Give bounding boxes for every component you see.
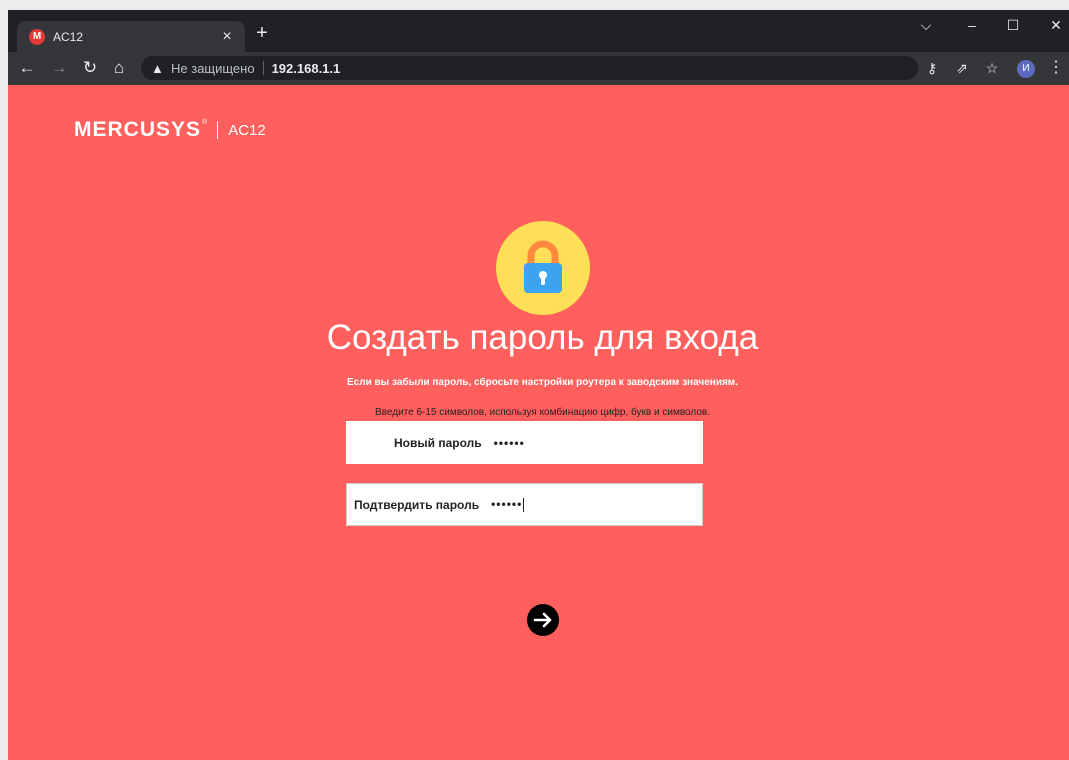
share-icon[interactable]: ⇗	[951, 57, 973, 79]
security-label[interactable]: Не защищено	[171, 61, 255, 76]
password-hint: Введите 6-15 символов, используя комбина…	[375, 407, 710, 418]
brand-logo: MERCUSYS	[74, 118, 202, 141]
avatar[interactable]: И	[1017, 60, 1035, 78]
kebab-menu-icon[interactable]: ⋮	[1048, 57, 1064, 79]
new-password-label: Новый пароль	[394, 435, 482, 450]
registered-mark: ®	[202, 118, 208, 126]
new-password-input[interactable]: ••••••	[494, 436, 525, 450]
browser-window: M AC12 × + ⌵ – ☐ ✕ ← → ↻ ⌂ ▲ Не защищено…	[8, 10, 1069, 760]
reload-icon[interactable]: ↻	[79, 57, 101, 79]
tab-ac12[interactable]: M AC12 ×	[17, 21, 245, 52]
text-caret	[523, 497, 525, 512]
confirm-password-label: Подтвердить пароль	[354, 497, 480, 512]
mercusys-favicon-icon: M	[29, 28, 45, 45]
close-window-button[interactable]: ✕	[1036, 14, 1069, 36]
brand-header: MERCUSYS ® AC12	[74, 118, 266, 142]
tab-search-icon[interactable]: ⌵	[906, 14, 946, 36]
lock-icon	[496, 221, 590, 315]
home-icon[interactable]: ⌂	[108, 57, 130, 79]
page-title: Создать пароль для входа	[326, 318, 759, 357]
forward-arrow-icon[interactable]: →	[48, 57, 70, 79]
warning-icon[interactable]: ▲	[151, 61, 165, 76]
tab-strip: M AC12 × + ⌵ – ☐ ✕	[8, 10, 1069, 52]
browser-toolbar: ← → ↻ ⌂ ▲ Не защищено 192.168.1.1 ⚷ ⇗ ☆ …	[8, 52, 1069, 85]
next-button[interactable]	[527, 604, 559, 636]
confirm-password-value: ••••••	[491, 497, 523, 512]
reset-note: Если вы забыли пароль, сбросьте настройк…	[347, 377, 738, 388]
maximize-button[interactable]: ☐	[993, 14, 1033, 36]
new-tab-button[interactable]: +	[252, 23, 272, 43]
url-text[interactable]: 192.168.1.1	[272, 61, 341, 76]
address-bar[interactable]: ▲ Не защищено 192.168.1.1	[141, 56, 918, 80]
arrow-right-icon	[533, 612, 552, 628]
key-icon[interactable]: ⚷	[921, 57, 943, 79]
model-name: AC12	[228, 121, 266, 139]
close-tab-icon[interactable]: ×	[219, 28, 235, 45]
router-page: MERCUSYS ® AC12 Создать пароль для входа…	[8, 85, 1069, 760]
tab-title: AC12	[53, 29, 84, 44]
star-icon[interactable]: ☆	[981, 57, 1003, 79]
brand-divider	[217, 121, 219, 139]
new-password-field[interactable]: Новый пароль ••••••	[346, 421, 703, 464]
address-separator	[262, 61, 264, 75]
confirm-password-field[interactable]: Подтвердить пароль ••••••	[346, 483, 703, 526]
back-arrow-icon[interactable]: ←	[16, 57, 38, 79]
confirm-password-input[interactable]: ••••••	[491, 497, 525, 512]
minimize-button[interactable]: –	[952, 14, 992, 36]
